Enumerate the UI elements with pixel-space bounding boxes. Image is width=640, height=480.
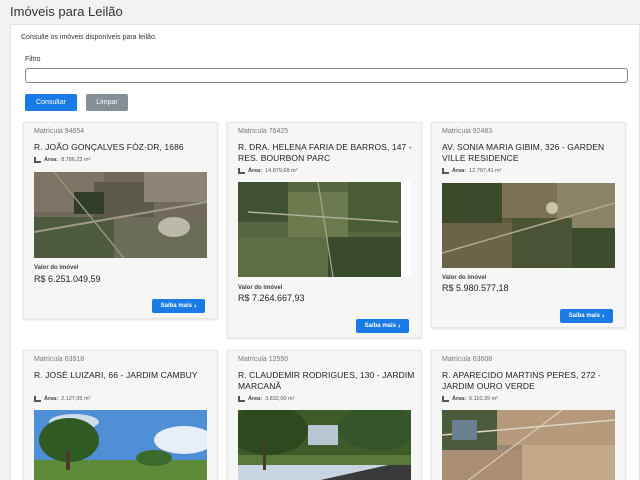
ruler-icon <box>442 396 449 402</box>
area-info: Área: 3.832,00 m² <box>238 396 294 402</box>
property-card: Matrícula 63918 R. JOSÉ LUIZARI, 66 - JA… <box>23 350 218 480</box>
matricula-label: Matrícula 76425 <box>238 128 289 135</box>
area-value: 6.110,39 m² <box>469 396 499 402</box>
matricula-label: Matrícula 63918 <box>34 356 85 363</box>
ruler-icon <box>34 157 41 163</box>
property-address: R. JOSÉ LUIZARI, 66 - JARDIM CAMBUY <box>34 370 198 380</box>
area-label: Área: <box>44 157 59 163</box>
property-photo <box>34 172 207 258</box>
saiba-mais-label: Saiba mais <box>364 323 396 329</box>
matricula-label: Matrícula 12550 <box>238 356 289 363</box>
ruler-icon <box>238 396 245 402</box>
matricula-label: Matrícula 94654 <box>34 128 85 135</box>
valor-value: R$ 5.980.577,18 <box>442 283 509 293</box>
area-info: Área: 12.797,41 m² <box>442 168 501 174</box>
property-card: Matrícula 63608 R. APARECIDO MARTINS PER… <box>431 350 626 480</box>
ruler-icon <box>238 168 245 174</box>
filter-label: Filtro <box>25 56 41 63</box>
property-photo <box>238 410 411 480</box>
area-label: Área: <box>248 168 263 174</box>
property-address: R. CLAUDEMIR RODRIGUES, 130 - JARDIM MAR… <box>238 370 415 391</box>
valor-label: Valor do imóvel <box>238 285 283 291</box>
property-card: Matrícula 76425 R. DRA. HELENA FARIA DE … <box>227 122 422 338</box>
area-value: 2.127,05 m² <box>61 396 91 402</box>
property-address: R. DRA. HELENA FARIA DE BARROS, 147 - RE… <box>238 142 412 163</box>
limpar-button[interactable]: Limpar <box>86 94 128 111</box>
saiba-mais-label: Saiba mais <box>160 303 192 309</box>
page-title: Imóveis para Leilão <box>10 4 123 19</box>
chevron-right-icon: › <box>194 302 197 310</box>
valor-value: R$ 6.251.049,59 <box>34 274 101 284</box>
area-value: 14.879,68 m² <box>265 168 298 174</box>
area-info: Área: 2.127,05 m² <box>34 396 90 402</box>
area-info: Área: 6.110,39 m² <box>442 396 498 402</box>
area-value: 8.786,23 m² <box>61 157 91 163</box>
property-card: Matrícula 92483 AV. SONIA MARIA GIBIM, 3… <box>431 122 626 328</box>
property-photo <box>442 183 615 268</box>
consultar-button[interactable]: Consultar <box>25 94 77 111</box>
area-info: Área: 8.786,23 m² <box>34 157 90 163</box>
property-card: Matrícula 12550 R. CLAUDEMIR RODRIGUES, … <box>227 350 422 480</box>
area-label: Área: <box>452 396 467 402</box>
ruler-icon <box>442 168 449 174</box>
property-address: R. JOÃO GONÇALVES FÓZ-DR, 1686 <box>34 142 184 152</box>
valor-label: Valor do imóvel <box>34 265 79 271</box>
area-value: 12.797,41 m² <box>469 168 502 174</box>
area-label: Área: <box>248 396 263 402</box>
saiba-mais-button[interactable]: Saiba mais › <box>152 299 205 313</box>
chevron-right-icon: › <box>602 312 605 320</box>
area-value: 3.832,00 m² <box>265 396 295 402</box>
saiba-mais-button[interactable]: Saiba mais › <box>560 309 613 323</box>
property-photo <box>238 182 411 277</box>
property-photo <box>442 410 615 480</box>
valor-label: Valor do imóvel <box>442 275 487 281</box>
saiba-mais-button[interactable]: Saiba mais › <box>356 319 409 333</box>
area-label: Área: <box>44 396 59 402</box>
matricula-label: Matrícula 63608 <box>442 356 493 363</box>
property-address: R. APARECIDO MARTINS PERES, 272 - JARDIM… <box>442 370 601 391</box>
matricula-label: Matrícula 92483 <box>442 128 493 135</box>
filter-input[interactable] <box>25 68 628 83</box>
page-subtitle: Consulte os imóveis disponíveis para lei… <box>21 34 157 41</box>
chevron-right-icon: › <box>398 322 401 330</box>
area-info: Área: 14.879,68 m² <box>238 168 297 174</box>
saiba-mais-label: Saiba mais <box>568 313 600 319</box>
area-label: Área: <box>452 168 467 174</box>
valor-value: R$ 7.264.667,93 <box>238 293 305 303</box>
property-card: Matrícula 94654 R. JOÃO GONÇALVES FÓZ-DR… <box>23 122 218 319</box>
ruler-icon <box>34 396 41 402</box>
property-address: AV. SONIA MARIA GIBIM, 326 - GARDEN VILL… <box>442 142 605 163</box>
property-photo <box>34 410 207 480</box>
